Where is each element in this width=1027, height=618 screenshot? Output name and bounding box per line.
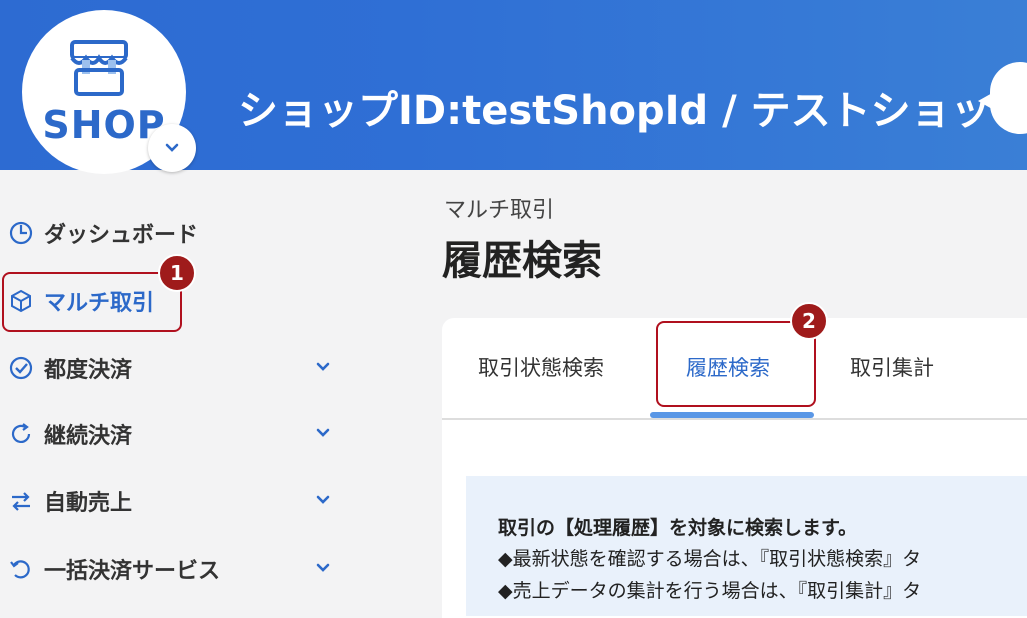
- callout-badge-2: 2: [790, 302, 828, 340]
- sidebar-item-label: 自動売上: [44, 491, 133, 516]
- callout-box-2: [656, 321, 816, 407]
- sidebar-item-label: 継続決済: [44, 424, 133, 449]
- store-icon: [70, 40, 128, 96]
- chevron-down-icon[interactable]: [314, 561, 332, 575]
- chevron-down-icon[interactable]: [314, 426, 332, 440]
- breadcrumb: マルチ取引: [444, 198, 555, 223]
- info-line-1: 取引の【処理履歴】を対象に検索します。: [498, 517, 858, 539]
- active-tab-indicator: [650, 412, 814, 418]
- shop-title: ショップID:testShopId / テストショップ: [238, 88, 1027, 134]
- sidebar-item-batch-payment[interactable]: 一括決済サービス: [8, 549, 220, 589]
- sidebar-item-one-time-payment[interactable]: 都度決済: [8, 348, 132, 388]
- swap-arrows-icon: [12, 492, 30, 511]
- info-line-2: ◆最新状態を確認する場合は、『取引状態検索』タ: [498, 548, 922, 570]
- shop-switch-button[interactable]: [148, 124, 196, 172]
- chevron-down-icon: [165, 143, 179, 152]
- sidebar-item-dashboard[interactable]: ダッシュボード: [8, 213, 198, 253]
- sidebar-item-label: 一括決済サービス: [44, 559, 221, 584]
- chevron-down-icon[interactable]: [314, 360, 332, 374]
- sidebar-item-auto-sales[interactable]: 自動売上: [8, 481, 132, 521]
- callout-box-1: [2, 272, 182, 332]
- refresh-icon: [11, 423, 31, 443]
- page-title: 履歴検索: [442, 238, 602, 284]
- sidebar-item-label: ダッシュボード: [44, 223, 199, 248]
- clock-pie-icon: [9, 221, 33, 245]
- tab-transaction-summary[interactable]: 取引集計: [850, 352, 934, 382]
- tab-transaction-status-search[interactable]: 取引状態検索: [478, 352, 604, 382]
- tab-divider: [442, 418, 1027, 420]
- sidebar-item-label: 都度決済: [44, 358, 133, 383]
- sidebar-item-recurring-payment[interactable]: 継続決済: [8, 414, 132, 454]
- rotate-left-icon: [10, 560, 30, 579]
- check-circle-icon: [9, 356, 33, 380]
- callout-badge-1: 1: [158, 254, 196, 292]
- app-header: SHOP ショップID:testShopId / テストショップ: [0, 0, 1027, 174]
- chevron-down-icon[interactable]: [314, 493, 332, 507]
